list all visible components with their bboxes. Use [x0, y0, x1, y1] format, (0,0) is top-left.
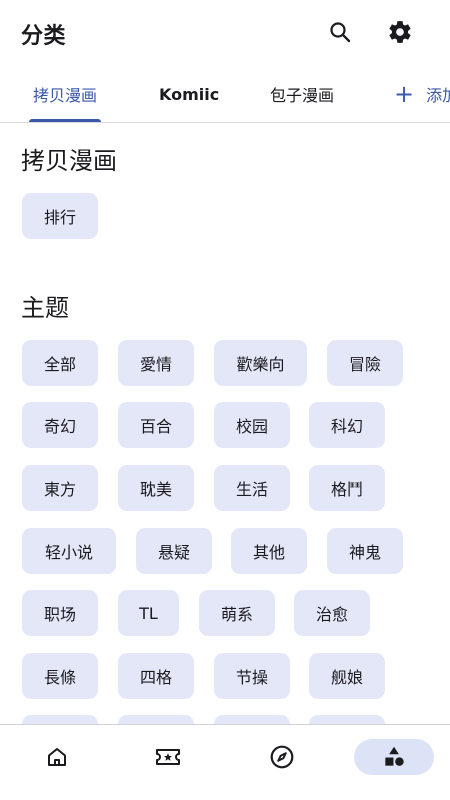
chip-tag[interactable]: [214, 715, 290, 724]
section-title: 主题: [21, 294, 69, 322]
tab-indicator: [29, 119, 102, 122]
settings-button[interactable]: [380, 12, 420, 52]
chip-tag[interactable]: [118, 715, 194, 724]
chip-tag[interactable]: 节操: [214, 653, 290, 699]
chip-tag[interactable]: 東方: [22, 465, 98, 511]
category-content[interactable]: 拷贝漫画 排行 主题 全部 愛情 歡樂向 冒險 奇幻 百合 校园 科幻 東方 耽…: [0, 124, 450, 724]
gear-icon: [389, 21, 411, 43]
tab-komiic[interactable]: Komiic: [159, 66, 219, 122]
section-title: 拷贝漫画: [21, 147, 117, 175]
home-icon: [48, 748, 66, 766]
chip-tag[interactable]: 四格: [118, 653, 194, 699]
chip-tag[interactable]: 生活: [214, 465, 290, 511]
chip-tag[interactable]: 萌系: [199, 590, 275, 636]
chip-tag[interactable]: 耽美: [118, 465, 194, 511]
chip-tag[interactable]: TL: [118, 590, 179, 636]
nav-categories[interactable]: [354, 739, 434, 775]
chip-tag[interactable]: 奇幻: [22, 402, 98, 448]
chip-tag[interactable]: 轻小说: [22, 528, 116, 574]
chip-tag[interactable]: 格鬥: [309, 465, 385, 511]
compass-icon: [270, 745, 294, 769]
page-title: 分类: [21, 24, 67, 49]
chip-tag[interactable]: 愛情: [118, 340, 194, 386]
chip-tag[interactable]: 長條: [22, 653, 98, 699]
chip-tag[interactable]: 其他: [231, 528, 307, 574]
tab-add[interactable]: + 添加: [394, 66, 450, 122]
source-tabs: 拷贝漫画 Komiic 包子漫画 + 添加: [0, 66, 450, 123]
chip-tag[interactable]: 冒險: [327, 340, 403, 386]
chip-tag[interactable]: 职场: [22, 590, 98, 636]
tab-copymanga[interactable]: 拷贝漫画: [29, 66, 102, 122]
tab-baozi[interactable]: 包子漫画: [270, 66, 334, 122]
chip-tag[interactable]: 全部: [22, 340, 98, 386]
app-bar: 分类: [0, 0, 450, 64]
tab-label: 包子漫画: [270, 86, 335, 105]
chip-tag[interactable]: 百合: [118, 402, 194, 448]
tab-label: 添加: [426, 86, 450, 105]
chip-tag[interactable]: 校园: [214, 402, 290, 448]
shapes-icon: [385, 746, 404, 766]
tab-label: Komiic: [159, 84, 220, 104]
chip-tag[interactable]: 舰娘: [309, 653, 385, 699]
chip-tag[interactable]: [309, 715, 385, 724]
nav-home[interactable]: [17, 739, 97, 775]
tab-label: 拷贝漫画: [33, 86, 98, 105]
nav-favorites[interactable]: [128, 739, 208, 775]
chip-ranking[interactable]: 排行: [22, 193, 98, 239]
chip-tag[interactable]: 歡樂向: [214, 340, 307, 386]
plus-icon: +: [394, 80, 415, 108]
chip-tag[interactable]: [22, 715, 98, 724]
search-button[interactable]: [320, 12, 360, 52]
search-icon: [330, 22, 351, 43]
nav-explore[interactable]: [242, 739, 322, 775]
ticket-star-icon: [156, 749, 180, 765]
chip-tag[interactable]: 科幻: [309, 402, 385, 448]
chip-tag[interactable]: 神鬼: [327, 528, 403, 574]
bottom-navigation: [0, 725, 450, 800]
chip-tag[interactable]: 悬疑: [136, 528, 212, 574]
chip-tag[interactable]: 治愈: [294, 590, 370, 636]
